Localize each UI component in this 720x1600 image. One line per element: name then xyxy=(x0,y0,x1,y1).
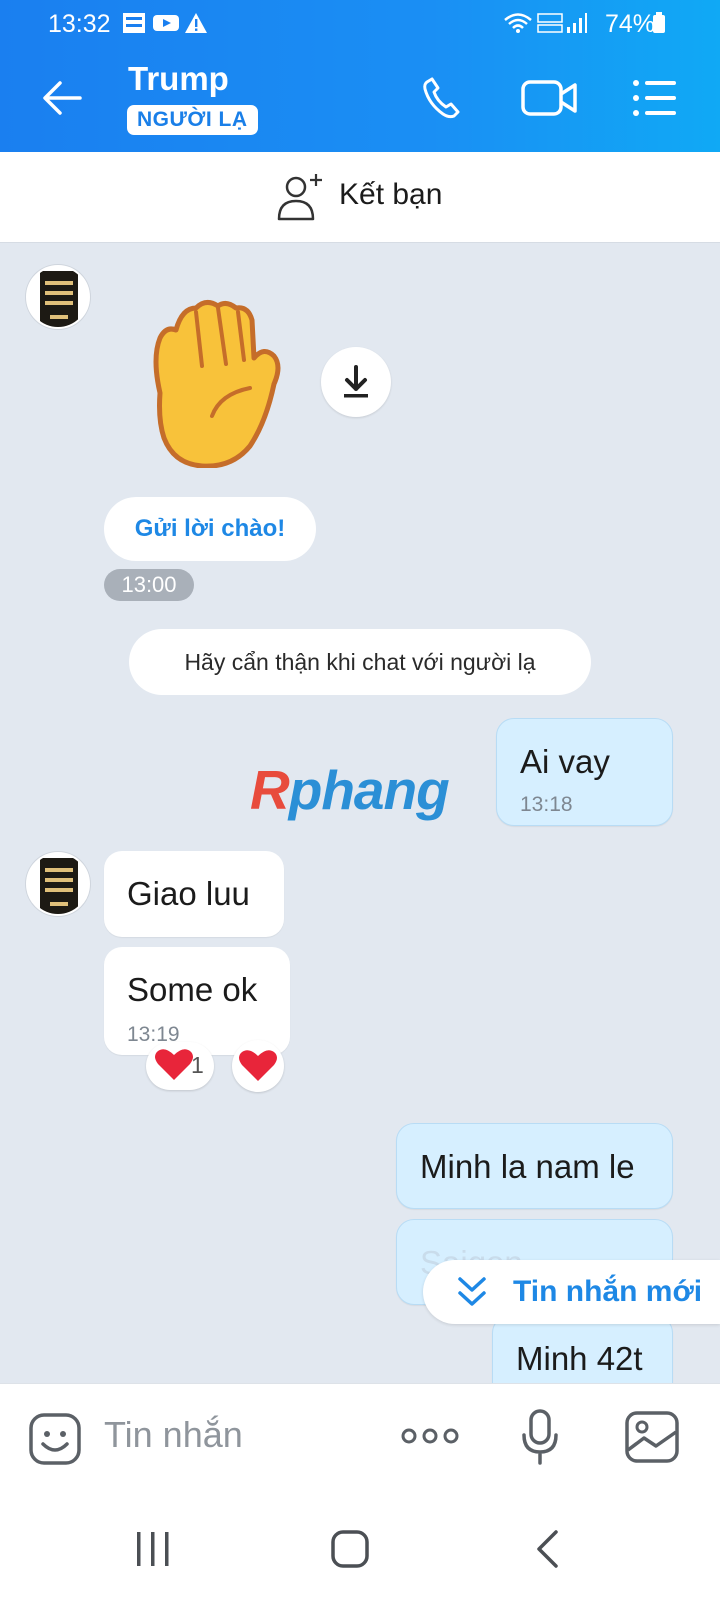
recent-apps-icon[interactable] xyxy=(134,1529,172,1569)
video-call-icon[interactable] xyxy=(520,74,578,122)
chat-area[interactable]: Gửi lời chào! 13:00 Hãy cẩn thận khi cha… xyxy=(0,243,720,1383)
watermark-logo: Rphang xyxy=(250,759,450,821)
avatar-book-cover xyxy=(40,858,78,914)
greeting-time: 13:00 xyxy=(104,569,194,601)
message-text: Giao luu xyxy=(127,875,250,912)
home-icon[interactable] xyxy=(330,1529,370,1569)
system-nav-bar xyxy=(0,1493,720,1600)
warning-icon xyxy=(185,13,207,33)
menu-list-icon[interactable] xyxy=(630,74,682,122)
volte-icon xyxy=(537,13,563,33)
wifi-icon xyxy=(504,13,532,33)
top-bar: 13:32 74% Trump NGƯỜI LẠ xyxy=(0,0,720,152)
add-person-icon xyxy=(277,174,322,221)
status-bar: 13:32 74% xyxy=(0,0,720,44)
react-heart-button[interactable] xyxy=(232,1040,284,1092)
message-input[interactable]: Tin nhắn xyxy=(104,1414,243,1456)
add-friend-label: Kết bạn xyxy=(339,178,443,211)
message-bubble-theirs[interactable]: Giao luu xyxy=(104,851,284,937)
contact-avatar[interactable] xyxy=(26,852,90,916)
new-messages-label: Tin nhắn mới xyxy=(513,1275,703,1308)
message-bubble-mine[interactable]: Minh 42t xyxy=(492,1315,673,1383)
image-gallery-icon[interactable] xyxy=(624,1410,680,1464)
nav-back-icon[interactable] xyxy=(532,1529,562,1569)
message-text: Some ok xyxy=(127,971,258,1008)
message-bubble-mine[interactable]: Minh la nam le xyxy=(396,1123,673,1209)
more-options-icon[interactable] xyxy=(400,1426,460,1446)
battery-percent: 74% xyxy=(605,10,656,38)
chat-header: Trump NGƯỜI LẠ xyxy=(0,44,720,152)
status-time: 13:32 xyxy=(48,10,111,38)
reaction-count-badge[interactable]: 1 xyxy=(146,1042,214,1090)
sticker-emoji-icon[interactable] xyxy=(28,1412,82,1466)
contact-avatar[interactable] xyxy=(26,265,90,329)
youtube-icon xyxy=(153,15,179,31)
signal-icon xyxy=(567,13,587,33)
message-composer: Tin nhắn xyxy=(0,1383,720,1493)
message-text: Minh 42t xyxy=(516,1340,643,1377)
wave-hand-sticker[interactable] xyxy=(140,298,285,468)
message-text: Minh la nam le xyxy=(420,1148,635,1185)
phone-icon[interactable] xyxy=(418,74,470,122)
message-bubble-theirs[interactable]: Some ok 13:19 xyxy=(104,947,290,1055)
send-greeting-button[interactable]: Gửi lời chào! xyxy=(104,497,316,561)
stranger-warning: Hãy cẩn thận khi chat với người lạ xyxy=(129,629,591,695)
back-arrow-icon[interactable] xyxy=(38,74,86,122)
add-friend-bar[interactable]: Kết bạn xyxy=(0,152,720,243)
microphone-icon[interactable] xyxy=(520,1408,560,1466)
heart-icon xyxy=(239,1050,277,1081)
double-chevron-down-icon xyxy=(458,1277,486,1306)
reaction-count: 1 xyxy=(191,1052,204,1078)
new-messages-button[interactable]: Tin nhắn mới xyxy=(423,1260,720,1324)
message-text: Ai vay xyxy=(520,743,610,780)
download-button[interactable] xyxy=(321,347,391,417)
download-icon xyxy=(344,365,368,398)
battery-icon xyxy=(653,12,665,33)
message-bubble-mine[interactable]: Ai vay 13:18 xyxy=(496,718,673,826)
heart-icon xyxy=(155,1049,193,1080)
avatar-book-cover xyxy=(40,271,78,327)
contact-name[interactable]: Trump xyxy=(128,60,229,98)
bao-moi-icon xyxy=(123,13,145,33)
stranger-badge: NGƯỜI LẠ xyxy=(127,105,258,135)
message-time: 13:18 xyxy=(520,793,573,816)
